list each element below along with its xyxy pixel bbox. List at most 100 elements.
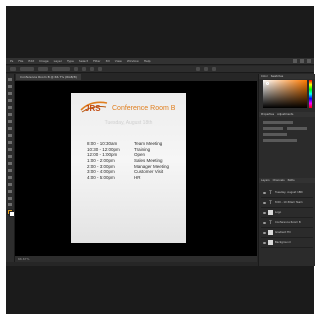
schedule-row: 8:00 - 10:30am Team Meeting (87, 141, 179, 147)
properties-field (287, 127, 307, 130)
eye-icon[interactable] (263, 231, 266, 234)
clone-stamp-tool-icon[interactable] (8, 134, 12, 137)
minimize-icon[interactable] (293, 59, 297, 63)
menu-select[interactable]: Select (79, 58, 88, 65)
menu-edit[interactable]: Edit (28, 58, 34, 65)
gradient-tool-icon[interactable] (8, 155, 12, 158)
maximize-icon[interactable] (300, 59, 304, 63)
document-tab[interactable]: Conference Room B @ 66.7% (RGB/8) (16, 74, 81, 80)
eraser-tool-icon[interactable] (8, 148, 12, 151)
layer-row[interactable]: Background (261, 238, 313, 248)
tab-swatches[interactable]: Swatches (271, 74, 283, 79)
3d-mode-icon[interactable] (196, 67, 200, 71)
schedule-event: Open (134, 152, 146, 158)
layer-row[interactable]: Logo (261, 208, 313, 218)
tab-channels[interactable]: Channels (273, 178, 285, 183)
color-picker-field[interactable] (263, 80, 307, 108)
align-right-icon[interactable] (90, 67, 94, 71)
tab-adjustments[interactable]: Adjustments (277, 112, 293, 117)
pen-tool-icon[interactable] (8, 176, 12, 179)
auto-select-toggle[interactable] (20, 67, 34, 71)
schedule-event: HR (134, 174, 141, 180)
align-center-icon[interactable] (82, 67, 86, 71)
tab-color[interactable]: Color (261, 74, 268, 79)
window-controls (293, 59, 311, 63)
distribute-icon[interactable] (98, 67, 102, 71)
layer-name: Gradient Fill (275, 231, 291, 234)
layer-thumbnail (268, 240, 273, 245)
text-layer-icon: T (269, 220, 272, 225)
schedule-time: 10:30 - 12:00pm (87, 146, 120, 152)
properties-panel-tabs: Properties Adjustments (259, 112, 315, 117)
schedule-time: 1:00 - 2:00pm (87, 158, 115, 164)
color-picker-pointer[interactable] (266, 82, 269, 85)
shape-tool-icon[interactable] (8, 197, 12, 200)
menu-ps[interactable]: Ps (10, 58, 13, 65)
close-icon[interactable] (307, 59, 311, 63)
layer-row[interactable]: T 8:00 - 10:30am Team (261, 198, 313, 208)
schedule-time: 12:00 - 1:00pm (87, 152, 118, 158)
move-tool-icon[interactable] (8, 78, 12, 81)
path-select-tool-icon[interactable] (8, 190, 12, 193)
zoom-level: 66.67% (18, 257, 30, 261)
3d-rotate-icon[interactable] (204, 67, 208, 71)
eye-icon[interactable] (263, 211, 266, 214)
show-transform-controls[interactable] (52, 67, 70, 71)
company-logo: JRS (80, 101, 108, 113)
menu-help[interactable]: Help (144, 58, 151, 65)
schedule-time: 4:00 - 5:00pm (87, 174, 115, 180)
menu-layer[interactable]: Layer (54, 58, 62, 65)
crop-tool-icon[interactable] (8, 106, 12, 109)
schedule-row: 1:00 - 2:00pm Sales Meeting (87, 158, 179, 164)
schedule-event: Customer Visit (134, 169, 164, 175)
3d-pan-icon[interactable] (212, 67, 216, 71)
layer-name: Logo (275, 211, 282, 214)
menu-window[interactable]: Window (127, 58, 139, 65)
layer-row[interactable]: Gradient Fill (261, 228, 313, 238)
menu-filter[interactable]: Filter (93, 58, 100, 65)
schedule-event: Manager Meeting (134, 163, 170, 169)
layer-thumbnail (268, 230, 273, 235)
healing-tool-icon[interactable] (8, 120, 12, 123)
marquee-tool-icon[interactable] (8, 85, 12, 88)
eye-icon[interactable] (263, 201, 266, 204)
hand-tool-icon[interactable] (8, 203, 12, 206)
dodge-tool-icon[interactable] (8, 169, 12, 172)
tab-layers[interactable]: Layers (261, 178, 270, 183)
eye-icon[interactable] (263, 191, 266, 194)
history-brush-tool-icon[interactable] (8, 141, 12, 144)
menu-type[interactable]: Type (67, 58, 74, 65)
layer-row[interactable]: T Conference Room B (261, 218, 313, 228)
canvas-area[interactable]: JRS Conference Room B Tuesday, August 18… (15, 81, 257, 256)
schedule-row: 12:00 - 1:00pm Open (87, 152, 179, 158)
menu-view[interactable]: View (115, 58, 122, 65)
menu-file[interactable]: File (18, 58, 23, 65)
align-left-icon[interactable] (74, 67, 78, 71)
tool-preset-picker[interactable] (10, 67, 16, 71)
schedule-time: 8:00 - 10:30am (87, 141, 118, 147)
layer-name: Background (275, 241, 291, 244)
type-tool-icon[interactable] (8, 183, 12, 186)
hue-slider[interactable] (309, 80, 312, 108)
eye-icon[interactable] (263, 221, 266, 224)
schedule-event: Team Meeting (134, 141, 163, 147)
eye-icon[interactable] (263, 241, 266, 244)
blur-tool-icon[interactable] (8, 162, 12, 165)
layer-thumbnail (268, 210, 273, 215)
menu-3d[interactable]: 3D (106, 58, 110, 65)
quick-select-tool-icon[interactable] (8, 99, 12, 102)
tab-paths[interactable]: Paths (288, 178, 295, 183)
schedule-event: Sales Meeting (134, 158, 163, 164)
document-tabs: Conference Room B @ 66.7% (RGB/8) (16, 74, 256, 80)
schedule-time: 3:00 - 4:00pm (87, 169, 115, 175)
menu-image[interactable]: Image (39, 58, 48, 65)
lasso-tool-icon[interactable] (8, 92, 12, 95)
document-page: JRS Conference Room B Tuesday, August 18… (71, 93, 186, 243)
tab-properties[interactable]: Properties (261, 112, 274, 117)
layer-row[interactable]: T Tuesday, August 18th (261, 188, 313, 198)
schedule-list: 8:00 - 10:30am Team Meeting 10:30 - 12:0… (87, 141, 179, 180)
schedule-row: 4:00 - 5:00pm HR (87, 175, 179, 181)
eyedropper-tool-icon[interactable] (8, 113, 12, 116)
layer-dropdown[interactable] (38, 67, 48, 71)
brush-tool-icon[interactable] (8, 127, 12, 130)
